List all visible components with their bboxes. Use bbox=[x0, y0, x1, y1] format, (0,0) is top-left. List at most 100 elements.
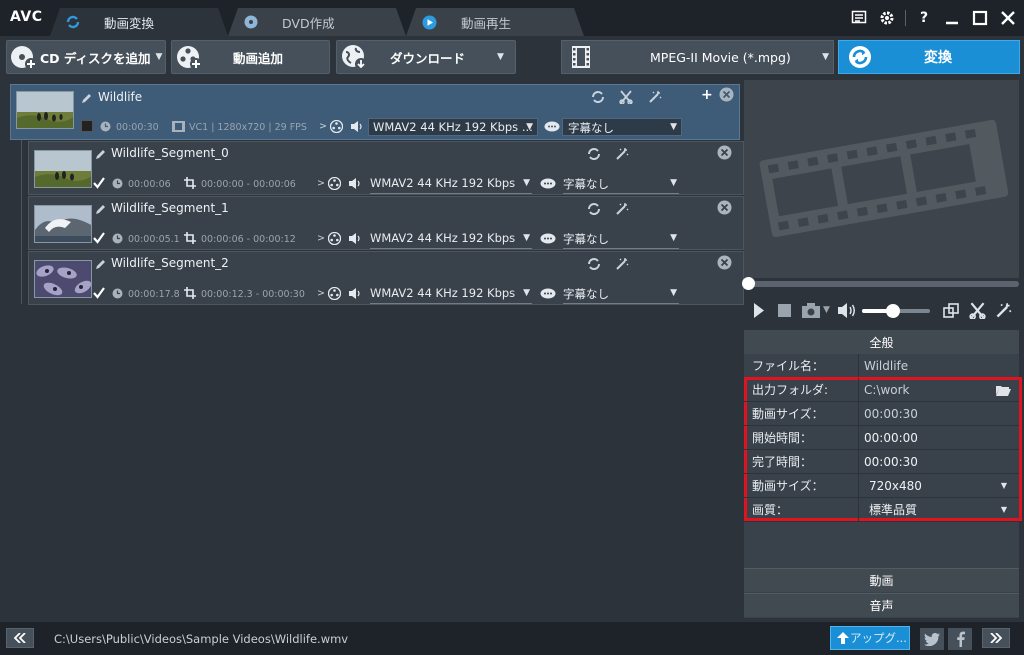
segment-item[interactable]: Wildlife_Segment_0 00:00:06 00:00:00 - 0… bbox=[28, 141, 744, 195]
property-row-start-time[interactable]: 開始時間： 00:00:00 bbox=[744, 426, 1019, 450]
play-icon[interactable] bbox=[753, 303, 765, 318]
property-row-output-folder[interactable]: 出力フォルダ: C:\work bbox=[744, 378, 1019, 402]
section-video[interactable]: 動画 bbox=[744, 568, 1019, 592]
remove-icon[interactable] bbox=[717, 255, 732, 270]
checkmark-icon[interactable] bbox=[93, 177, 105, 189]
film-reel-icon bbox=[328, 232, 341, 245]
magic-wand-icon[interactable] bbox=[615, 147, 629, 161]
property-row-quality[interactable]: 画質： 標準品質 ▼ bbox=[744, 498, 1019, 522]
button-label: ダウンロード bbox=[390, 50, 466, 66]
snapshot-icon[interactable] bbox=[802, 303, 820, 318]
pencil-icon[interactable] bbox=[95, 203, 107, 215]
subtitle-select[interactable]: 字幕なし ▼ bbox=[563, 231, 679, 247]
stop-icon[interactable] bbox=[778, 304, 791, 317]
video-thumbnail bbox=[34, 150, 92, 188]
volume-icon[interactable] bbox=[837, 302, 857, 319]
tab-video-convert[interactable]: 動画変換 bbox=[50, 8, 228, 36]
volume-handle[interactable] bbox=[885, 304, 900, 318]
player-controls: ▼ bbox=[744, 296, 1019, 324]
section-audio[interactable]: 音声 bbox=[744, 593, 1019, 617]
remove-icon[interactable] bbox=[719, 87, 734, 102]
refresh-icon[interactable] bbox=[587, 202, 601, 216]
speech-bubble-icon bbox=[540, 178, 556, 190]
pencil-icon[interactable] bbox=[95, 148, 107, 160]
subtitle-select[interactable]: 字幕なし ▼ bbox=[563, 176, 679, 192]
checkmark-icon[interactable] bbox=[93, 287, 105, 299]
property-value: 00:00:30 bbox=[858, 402, 1019, 425]
chevron-down-icon[interactable]: ▼ bbox=[1001, 505, 1007, 514]
pencil-icon[interactable] bbox=[81, 92, 93, 104]
speaker-icon bbox=[348, 232, 362, 245]
property-row-end-time[interactable]: 完了時間： 00:00:30 bbox=[744, 450, 1019, 474]
close-icon[interactable] bbox=[998, 9, 1018, 27]
magic-wand-icon[interactable] bbox=[615, 257, 629, 271]
subtitle-select[interactable]: 字幕なし ▼ bbox=[563, 286, 679, 302]
checkmark-icon[interactable] bbox=[93, 232, 105, 244]
help-button[interactable]: ? bbox=[914, 9, 934, 27]
add-cd-button[interactable]: CD ディスクを追加 ▼ bbox=[6, 40, 166, 74]
file-item[interactable]: Wildlife + 00:00:30 VC1 | 1280x720 | 29 … bbox=[10, 84, 740, 140]
add-video-button[interactable]: 動画追加 bbox=[171, 40, 330, 74]
remove-icon[interactable] bbox=[717, 200, 732, 215]
segment-item[interactable]: Wildlife_Segment_1 00:00:05.1 00:00:06 -… bbox=[28, 196, 744, 250]
seek-bar[interactable] bbox=[742, 277, 1019, 290]
tab-label: DVD作成 bbox=[282, 15, 335, 31]
tab-video-play[interactable]: 動画再生 bbox=[406, 8, 584, 36]
seek-handle[interactable] bbox=[742, 277, 755, 290]
tab-dvd-create[interactable]: DVD作成 bbox=[228, 8, 406, 36]
minimize-icon[interactable] bbox=[942, 9, 962, 27]
subtitle-value: 字幕なし bbox=[563, 287, 609, 301]
pencil-icon[interactable] bbox=[95, 258, 107, 270]
remove-icon[interactable] bbox=[717, 145, 732, 160]
segment-name: Wildlife_Segment_2 bbox=[111, 256, 229, 270]
add-segment-button[interactable]: + bbox=[701, 87, 713, 103]
divider bbox=[370, 248, 532, 249]
scissors-icon[interactable] bbox=[969, 302, 986, 319]
refresh-icon[interactable] bbox=[587, 257, 601, 271]
output-format-select[interactable]: MPEG-II Movie (*.mpg) ▼ bbox=[561, 40, 834, 74]
property-key: ファイル名： bbox=[752, 359, 825, 373]
section-header-general[interactable]: 全般 bbox=[744, 330, 1019, 354]
volume-slider[interactable] bbox=[862, 304, 930, 318]
maximize-icon[interactable] bbox=[970, 9, 990, 27]
collapse-left-icon[interactable] bbox=[6, 628, 34, 648]
play-circle-icon bbox=[422, 15, 437, 30]
facebook-icon[interactable] bbox=[948, 628, 972, 650]
copy-icon[interactable] bbox=[943, 303, 959, 319]
audio-track-select[interactable]: WMAV2 44 KHz 192 Kbps ... ▼ bbox=[368, 118, 538, 136]
gear-icon[interactable] bbox=[877, 9, 897, 27]
audio-track-select[interactable]: WMAV2 44 KHz 192 Kbps ▼ bbox=[370, 286, 532, 302]
divider bbox=[370, 303, 532, 304]
magic-wand-icon[interactable] bbox=[648, 90, 662, 104]
chevron-right-icon: > bbox=[317, 233, 325, 244]
video-preview[interactable] bbox=[744, 80, 1019, 278]
format-value: MPEG-II Movie (*.mpg) bbox=[650, 49, 791, 65]
audio-track-select[interactable]: WMAV2 44 KHz 192 Kbps ▼ bbox=[370, 231, 532, 247]
log-icon[interactable] bbox=[849, 9, 869, 27]
magic-wand-icon[interactable] bbox=[615, 202, 629, 216]
speaker-icon bbox=[350, 120, 364, 133]
convert-button[interactable]: 変換 bbox=[838, 40, 1020, 74]
property-key: 動画サイズ： bbox=[752, 407, 824, 421]
property-row-resolution[interactable]: 動画サイズ： 720x480 ▼ bbox=[744, 474, 1019, 498]
download-button[interactable]: ダウンロード ▼ bbox=[336, 40, 516, 74]
segment-item[interactable]: Wildlife_Segment_2 00:00:17.8 00:00:12.3… bbox=[28, 251, 744, 305]
film-reel-add-icon bbox=[175, 43, 203, 71]
video-thumbnail bbox=[34, 260, 92, 298]
expand-right-icon[interactable] bbox=[982, 628, 1010, 648]
refresh-icon[interactable] bbox=[587, 147, 601, 161]
property-value: Wildlife bbox=[858, 354, 1019, 377]
chevron-down-icon[interactable]: ▼ bbox=[823, 305, 830, 315]
segment-name: Wildlife_Segment_0 bbox=[111, 146, 229, 160]
checkbox[interactable] bbox=[81, 120, 93, 132]
folder-open-icon[interactable] bbox=[996, 384, 1011, 396]
magic-wand-icon[interactable] bbox=[995, 302, 1012, 319]
upgrade-button[interactable]: アップグ... bbox=[830, 626, 910, 650]
chevron-down-icon[interactable]: ▼ bbox=[1001, 481, 1007, 490]
subtitle-select[interactable]: 字幕なし ▼ bbox=[562, 118, 682, 136]
scissors-icon[interactable] bbox=[619, 90, 633, 104]
audio-track-select[interactable]: WMAV2 44 KHz 192 Kbps ▼ bbox=[370, 176, 532, 192]
twitter-icon[interactable] bbox=[920, 628, 944, 650]
refresh-icon[interactable] bbox=[591, 90, 605, 104]
properties-panel: 全般 ファイル名： Wildlife 出力フォルダ: C:\work 動画サイズ… bbox=[744, 330, 1022, 618]
